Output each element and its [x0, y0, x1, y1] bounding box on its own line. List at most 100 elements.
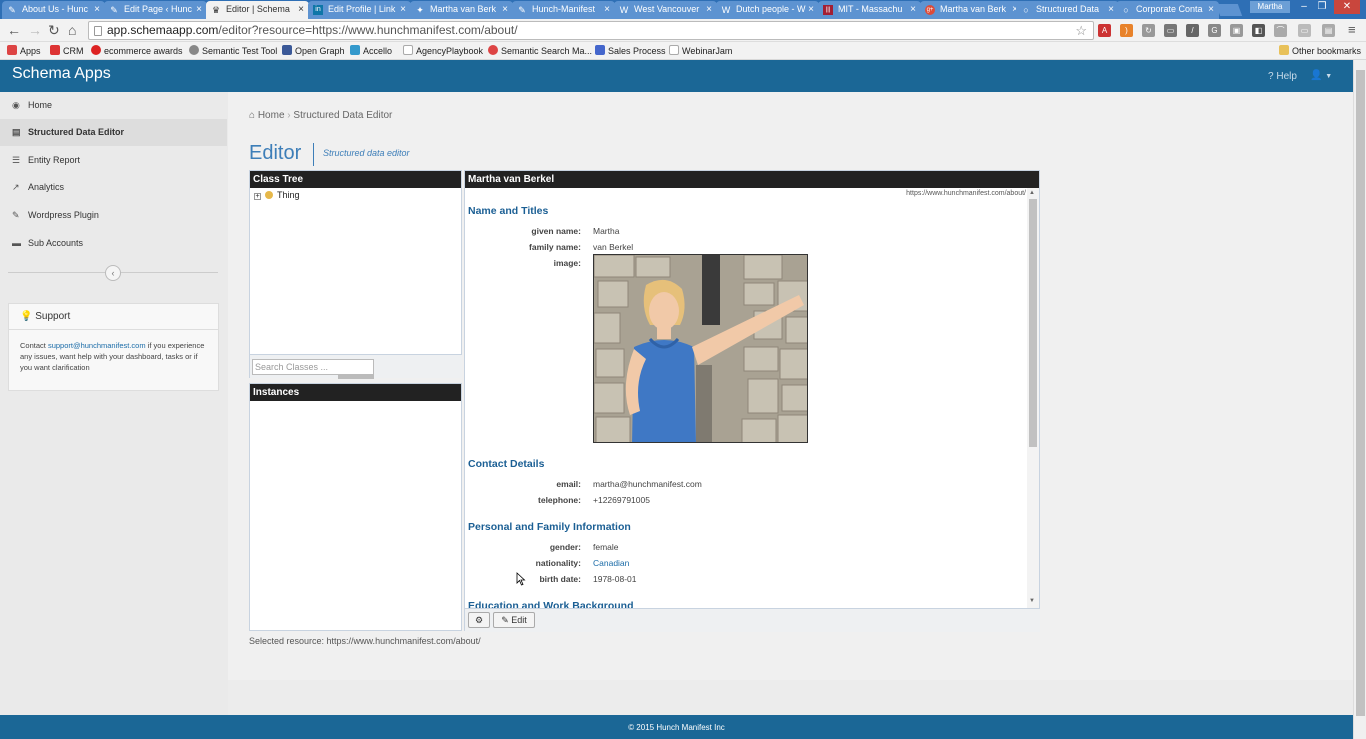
- close-tab-icon[interactable]: ×: [706, 1, 712, 18]
- sidebar-item-wordpress-plugin[interactable]: ✎ Wordpress Plugin: [0, 202, 227, 229]
- person-photo-illustration: [594, 255, 807, 442]
- sidebar-item-sub-accounts[interactable]: ▬ Sub Accounts: [0, 230, 227, 257]
- browser-tab[interactable]: ○ Corporate Conta ×: [1116, 1, 1219, 19]
- section-education-work: Education and Work Background: [468, 600, 634, 608]
- sidebar-item-analytics[interactable]: ↗ Analytics: [0, 174, 227, 201]
- breadcrumb: ⌂ Home › Structured Data Editor: [249, 110, 392, 121]
- sidebar-item-entity-report[interactable]: ☰ Entity Report: [0, 147, 227, 174]
- breadcrumb-current: Structured Data Editor: [293, 110, 393, 121]
- search-classes-input[interactable]: [252, 359, 374, 375]
- browser-tab[interactable]: ○ Structured Data ×: [1016, 1, 1119, 19]
- close-tab-icon[interactable]: ×: [298, 1, 304, 18]
- profile-button[interactable]: Martha: [1250, 1, 1290, 13]
- extension-icon[interactable]: ▭: [1298, 24, 1311, 37]
- bookmark-apps[interactable]: Apps: [7, 44, 41, 58]
- close-tab-icon[interactable]: ×: [400, 1, 406, 18]
- app-header: Schema Apps ? Help 👤 ▼: [0, 60, 1353, 92]
- expand-icon[interactable]: +: [254, 193, 261, 200]
- extension-icon[interactable]: ◧: [1252, 24, 1265, 37]
- extension-icon[interactable]: ▣: [1230, 24, 1243, 37]
- bookmark-webinarjam[interactable]: WebinarJam: [669, 44, 732, 58]
- close-tab-icon[interactable]: ×: [196, 1, 202, 18]
- collapse-sidebar-button[interactable]: ‹: [105, 265, 121, 281]
- browser-tab[interactable]: ✎ Hunch-Manifest ×: [512, 1, 615, 19]
- restore-icon[interactable]: ❐: [1314, 0, 1330, 14]
- browser-tab-active[interactable]: ♛ Editor | Schema ×: [206, 1, 309, 20]
- panel-resize-handle[interactable]: [338, 375, 374, 379]
- close-tab-icon[interactable]: ×: [604, 1, 610, 18]
- profile-image: [593, 254, 808, 443]
- settings-button[interactable]: ⚙: [468, 612, 490, 628]
- minimize-icon[interactable]: –: [1296, 0, 1312, 14]
- star-icon[interactable]: ☆: [1075, 22, 1087, 39]
- nationality-link[interactable]: Canadian: [593, 558, 629, 568]
- refresh-extension-icon[interactable]: ↻: [1142, 24, 1155, 37]
- page-scrollbar[interactable]: [1353, 60, 1366, 739]
- close-tab-icon[interactable]: ×: [808, 1, 814, 18]
- prop-value: 1978-08-01: [593, 574, 637, 584]
- close-tab-icon[interactable]: ×: [910, 1, 916, 18]
- prop-label: given name:: [531, 226, 581, 236]
- class-dot-icon: [265, 191, 273, 199]
- browser-tab[interactable]: in Edit Profile | Link ×: [308, 1, 411, 19]
- address-bar[interactable]: app.schemaapp.com/editor?resource=https:…: [88, 21, 1094, 40]
- forward-icon[interactable]: →: [28, 21, 42, 39]
- brand-logo[interactable]: Schema Apps: [12, 64, 111, 84]
- close-window-icon[interactable]: ✕: [1334, 0, 1360, 14]
- user-menu[interactable]: 👤 ▼: [1310, 70, 1332, 81]
- facebook-icon: [282, 45, 292, 55]
- new-tab-button[interactable]: [1215, 4, 1243, 16]
- bookmark-semantic-test-tool[interactable]: Semantic Test Tool: [189, 44, 277, 58]
- browser-tab[interactable]: W West Vancouver ×: [614, 1, 717, 19]
- folder-icon: ▬: [12, 238, 21, 248]
- bookmark-crm[interactable]: CRM: [50, 44, 84, 58]
- browser-tab[interactable]: ✦ Martha van Berk ×: [410, 1, 513, 19]
- menu-icon[interactable]: ≡: [1348, 21, 1356, 39]
- home-icon[interactable]: ⌂: [68, 21, 76, 39]
- browser-tab[interactable]: W Dutch people - W ×: [716, 1, 819, 19]
- browser-tab[interactable]: ✎ About Us - Hunc ×: [2, 1, 105, 19]
- reload-icon[interactable]: ↻: [48, 21, 60, 39]
- browser-tab[interactable]: ||| MIT - Massachu ×: [818, 1, 921, 19]
- code-icon: [189, 45, 199, 55]
- support-email-link[interactable]: support@hunchmanifest.com: [48, 341, 146, 350]
- prop-value: +12269791005: [593, 495, 650, 505]
- extension-icon[interactable]: ⌒: [1274, 24, 1287, 37]
- browser-tab[interactable]: ✎ Edit Page ‹ Hunc ×: [104, 1, 207, 19]
- bookmark-sales-process[interactable]: Sales Process: [595, 44, 666, 58]
- cast-icon[interactable]: ▭: [1164, 24, 1177, 37]
- close-tab-icon[interactable]: ×: [94, 1, 100, 18]
- back-icon[interactable]: ←: [7, 21, 21, 39]
- bookmark-ecommerce-awards[interactable]: ecommerce awards: [91, 44, 183, 58]
- sidebar-item-home[interactable]: ◉ Home: [0, 92, 227, 119]
- prop-label: email:: [556, 479, 581, 489]
- sidebar-item-structured-data-editor[interactable]: ▤ Structured Data Editor: [0, 119, 227, 146]
- bookmark-semantic-search[interactable]: Semantic Search Ma...: [488, 44, 592, 58]
- close-tab-icon[interactable]: ×: [1208, 1, 1214, 18]
- scrollbar-thumb[interactable]: [1356, 70, 1365, 716]
- extension-icon[interactable]: ▤: [1322, 24, 1335, 37]
- close-tab-icon[interactable]: ×: [502, 1, 508, 18]
- eyedropper-icon[interactable]: /: [1186, 24, 1199, 37]
- tree-node-thing[interactable]: + Thing: [254, 190, 300, 201]
- page-icon: [94, 26, 102, 36]
- close-tab-icon[interactable]: ×: [1108, 1, 1114, 18]
- other-bookmarks[interactable]: Other bookmarks: [1279, 44, 1361, 58]
- pdf-extension-icon[interactable]: A: [1098, 24, 1111, 37]
- scroll-down-icon[interactable]: ▼: [1029, 598, 1035, 604]
- bookmark-accello[interactable]: Accello: [350, 44, 392, 58]
- gear-icon: ⚙: [474, 615, 484, 625]
- scrollbar-thumb[interactable]: [1029, 199, 1037, 447]
- browser-tab[interactable]: g+Martha van Berk×: [920, 1, 1023, 19]
- bookmark-agencyplaybook[interactable]: AgencyPlaybook: [403, 44, 483, 58]
- scroll-up-icon[interactable]: ▲: [1029, 190, 1035, 196]
- wikipedia-icon: W: [721, 5, 731, 15]
- help-link[interactable]: ? Help: [1268, 71, 1297, 82]
- edit-button[interactable]: ✎ Edit: [493, 612, 535, 628]
- rss-extension-icon[interactable]: ): [1120, 24, 1133, 37]
- g-extension-icon[interactable]: G: [1208, 24, 1221, 37]
- breadcrumb-home[interactable]: Home: [258, 110, 285, 121]
- bookmark-open-graph[interactable]: Open Graph: [282, 44, 345, 58]
- crm-icon: [50, 45, 60, 55]
- detail-scrollbar[interactable]: ▲ ▼: [1027, 188, 1039, 608]
